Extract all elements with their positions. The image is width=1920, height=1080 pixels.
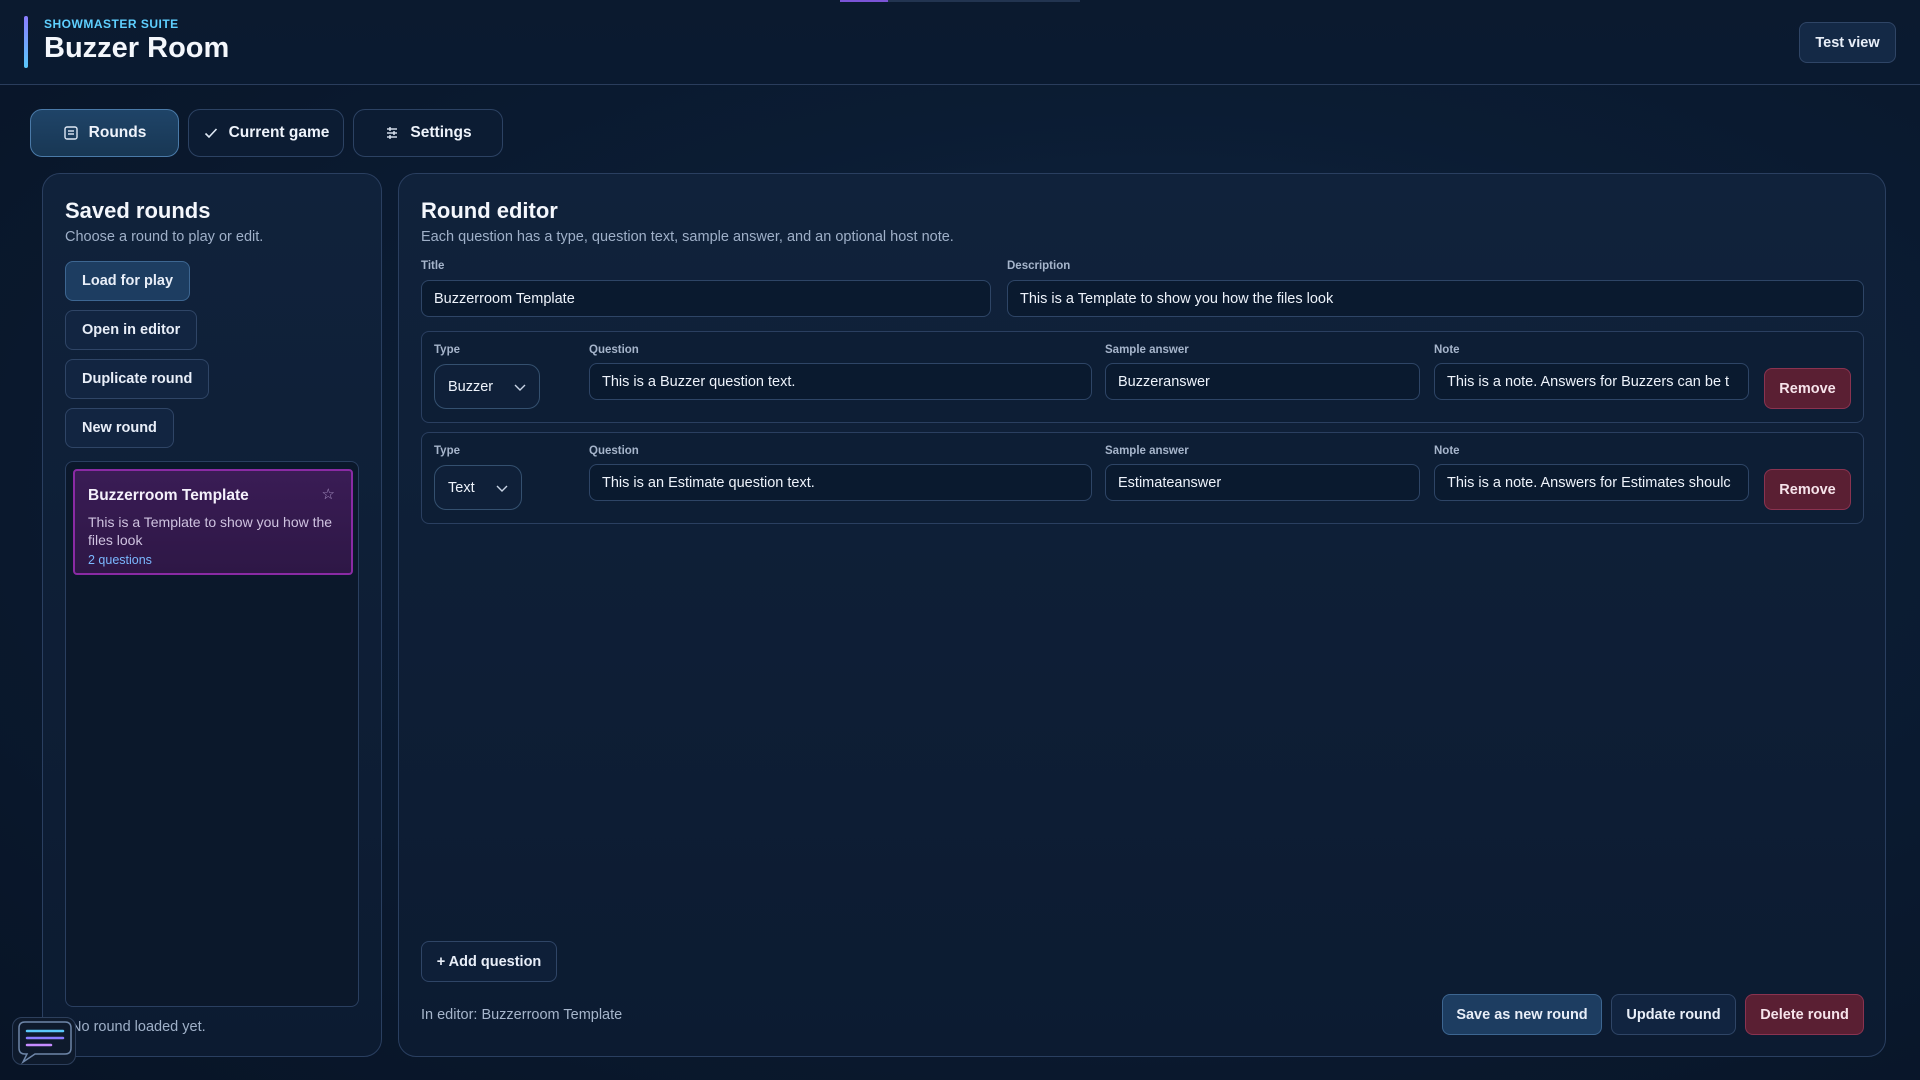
saved-rounds-subtitle: Choose a round to play or edit.	[65, 229, 264, 245]
suite-name: SHOWMASTER SUITE	[44, 17, 179, 31]
sample-answer-input[interactable]: Buzzeranswer	[1105, 363, 1420, 400]
round-card-description: This is a Template to show you how the f…	[88, 514, 333, 548]
chevron-down-icon	[496, 485, 508, 492]
tab-label: Settings	[410, 124, 472, 141]
sample-answer-input[interactable]: Estimateanswer	[1105, 464, 1420, 501]
chevron-down-icon	[514, 384, 526, 391]
add-question-button[interactable]: + Add question	[421, 941, 557, 982]
question-label: Question	[589, 445, 639, 457]
chat-icon	[18, 1021, 72, 1065]
round-editor-panel: Round editor Each question has a type, q…	[398, 173, 1886, 1057]
load-for-play-button[interactable]: Load for play	[65, 261, 191, 301]
round-editor-subtitle: Each question has a type, question text,…	[421, 229, 954, 245]
round-description-input[interactable]: This is a Template to show you how the f…	[1007, 280, 1864, 317]
top-progress-bar	[840, 0, 1080, 2]
question-type-value: Text	[448, 479, 475, 496]
round-title-input[interactable]: Buzzerroom Template	[421, 280, 991, 317]
list-icon	[63, 126, 78, 140]
question-type-value: Buzzer	[448, 378, 494, 395]
tab-settings[interactable]: Settings	[353, 109, 503, 157]
round-status-text: No round loaded yet.	[71, 1019, 206, 1035]
note-label: Note	[1434, 344, 1460, 356]
editor-status-text: In editor: Buzzerroom Template	[421, 1007, 623, 1023]
note-input[interactable]: This is a note. Answers for Buzzers can …	[1434, 363, 1749, 400]
star-icon[interactable]: ☆	[322, 485, 335, 503]
update-round-button[interactable]: Update round	[1611, 994, 1736, 1035]
question-text-input[interactable]: This is an Estimate question text.	[589, 464, 1092, 501]
duplicate-round-button[interactable]: Duplicate round	[65, 359, 210, 399]
note-label: Note	[1434, 445, 1460, 457]
tab-current-game[interactable]: Current game	[188, 109, 344, 157]
round-card-title: Buzzerroom Template	[88, 487, 249, 504]
question-text-input[interactable]: This is a Buzzer question text.	[589, 363, 1092, 400]
saved-rounds-panel: Saved rounds Choose a round to play or e…	[42, 173, 382, 1057]
question-type-select[interactable]: Text	[434, 465, 522, 510]
remove-question-button[interactable]: Remove	[1764, 368, 1851, 409]
save-as-new-round-button[interactable]: Save as new round	[1442, 994, 1602, 1035]
type-label: Type	[434, 445, 460, 457]
check-icon	[204, 128, 217, 139]
question-row: Type Text Question This is an Estimate q…	[421, 432, 1864, 524]
header-accent-bar	[24, 16, 28, 68]
open-in-editor-button[interactable]: Open in editor	[65, 310, 198, 350]
round-editor-title: Round editor	[421, 198, 558, 223]
rounds-list[interactable]: Buzzerroom Template ☆ This is a Template…	[65, 461, 359, 1007]
delete-round-button[interactable]: Delete round	[1745, 994, 1864, 1035]
note-input[interactable]: This is a note. Answers for Estimates sh…	[1434, 464, 1749, 501]
description-label: Description	[1007, 260, 1071, 272]
title-label: Title	[421, 260, 445, 272]
test-view-button[interactable]: Test view	[1799, 22, 1896, 63]
question-row: Type Buzzer Question This is a Buzzer qu…	[421, 331, 1864, 423]
remove-question-button[interactable]: Remove	[1764, 469, 1851, 510]
question-type-select[interactable]: Buzzer	[434, 364, 540, 409]
type-label: Type	[434, 344, 460, 356]
tab-rounds[interactable]: Rounds	[30, 109, 179, 157]
new-round-button[interactable]: New round	[65, 408, 174, 448]
main-tabs: Rounds Current game Settings	[30, 109, 503, 157]
sample-answer-label: Sample answer	[1105, 445, 1189, 457]
round-card-question-count: 2 questions	[88, 553, 152, 567]
question-label: Question	[589, 344, 639, 356]
chat-bubble-button[interactable]	[12, 1017, 76, 1065]
tab-label: Current game	[228, 124, 330, 141]
top-header: SHOWMASTER SUITE Buzzer Room Test view	[0, 0, 1920, 85]
round-card[interactable]: Buzzerroom Template ☆ This is a Template…	[73, 469, 353, 575]
sliders-icon	[387, 127, 398, 139]
saved-rounds-title: Saved rounds	[65, 198, 211, 223]
page-title: Buzzer Room	[44, 32, 230, 64]
tab-label: Rounds	[88, 124, 147, 141]
top-progress-fill	[840, 0, 888, 2]
sample-answer-label: Sample answer	[1105, 344, 1189, 356]
